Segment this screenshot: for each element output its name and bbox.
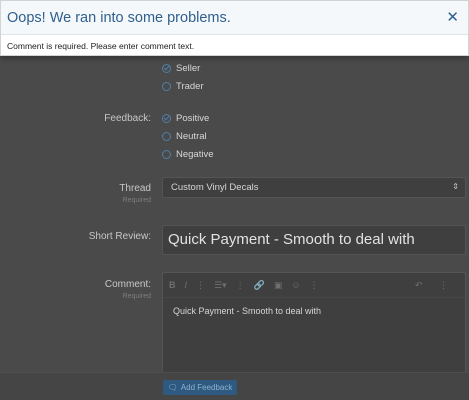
- link-icon[interactable]: 🔗: [254, 280, 265, 291]
- feedback-label: Feedback:: [104, 113, 151, 124]
- image-icon[interactable]: ▣: [274, 280, 283, 291]
- more-options-icon[interactable]: ⋮: [236, 280, 245, 291]
- more-options-icon[interactable]: ⋮: [196, 280, 205, 291]
- comment-label: Comment:: [104, 279, 151, 290]
- thread-select[interactable]: Custom Vinyl Decals ⇕: [162, 177, 466, 198]
- error-dialog-header: Oops! We ran into some problems.: [1, 1, 468, 35]
- comment-icon: 🗨: [167, 383, 178, 392]
- thread-required-hint: Required: [122, 197, 151, 204]
- bold-icon[interactable]: B: [169, 280, 176, 290]
- role-option-seller[interactable]: Seller: [162, 63, 200, 74]
- feedback-form: Seller Trader Feedback: Positive Neutral…: [0, 0, 469, 400]
- error-dialog-title: Oops! We ran into some problems.: [7, 9, 231, 26]
- editor-toolbar: B I ⋮ ☰▾ ⋮ 🔗 ▣ ☺ ⋮ ↶ ⋮: [163, 273, 465, 298]
- comment-required-hint: Required: [122, 293, 151, 300]
- checked-radio-icon: [162, 64, 171, 73]
- error-dialog: Oops! We ran into some problems. ✕ Comme…: [0, 0, 469, 56]
- short-review-input[interactable]: Quick Payment - Smooth to deal with: [162, 225, 466, 255]
- comment-text[interactable]: Quick Payment - Smooth to deal with: [163, 298, 465, 324]
- more-options-icon[interactable]: ⋮: [439, 280, 448, 290]
- undo-icon[interactable]: ↶: [415, 280, 423, 290]
- select-caret-icon: ⇕: [452, 182, 459, 191]
- error-dialog-message: Comment is required. Please enter commen…: [7, 41, 195, 51]
- add-feedback-label: Add Feedback: [180, 383, 233, 392]
- more-options-icon[interactable]: ⋮: [310, 280, 319, 291]
- role-option-trader[interactable]: Trader: [162, 81, 204, 92]
- thread-select-value: Custom Vinyl Decals: [171, 182, 259, 193]
- close-icon[interactable]: ✕: [446, 10, 459, 25]
- editor-toolbar-right: ↶ ⋮: [415, 280, 457, 291]
- list-icon[interactable]: ☰▾: [214, 280, 227, 291]
- thread-label: Thread: [119, 183, 151, 194]
- radio-icon: [162, 132, 171, 141]
- italic-icon[interactable]: I: [185, 280, 188, 290]
- radio-icon: [162, 150, 171, 159]
- feedback-option-neutral[interactable]: Neutral: [162, 131, 207, 142]
- emoji-icon[interactable]: ☺: [291, 280, 300, 290]
- checked-radio-icon: [162, 114, 171, 123]
- radio-icon: [162, 82, 171, 91]
- feedback-option-positive[interactable]: Positive: [162, 113, 209, 124]
- short-review-label: Short Review:: [88, 231, 151, 242]
- add-feedback-button[interactable]: 🗨 Add Feedback: [163, 380, 237, 395]
- feedback-option-negative[interactable]: Negative: [162, 149, 214, 160]
